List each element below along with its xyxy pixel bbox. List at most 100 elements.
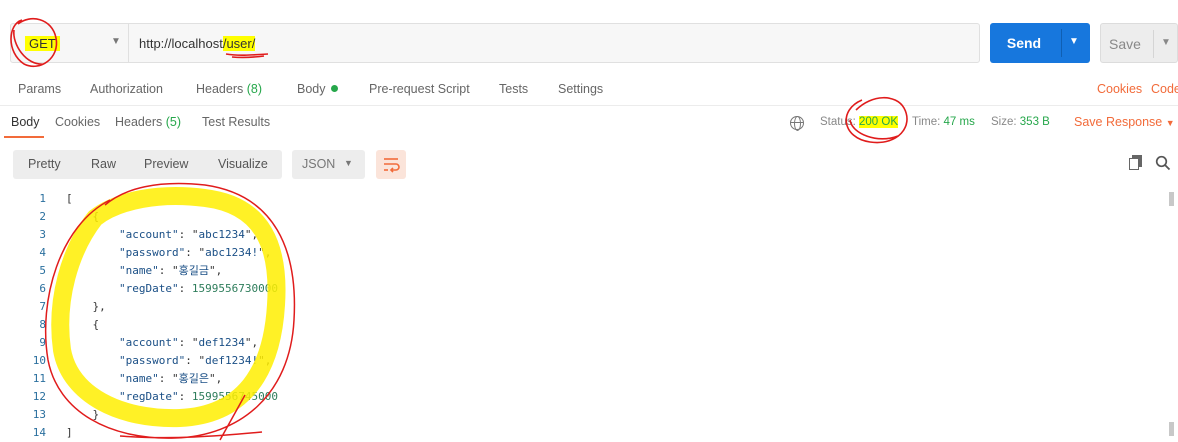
chevron-down-icon: ▼ — [111, 36, 121, 47]
resp-tab-test-results[interactable]: Test Results — [202, 115, 270, 129]
tab-params[interactable]: Params — [18, 82, 61, 96]
code-line: }, — [66, 300, 106, 313]
tab-body[interactable]: Body — [297, 82, 338, 96]
save-button[interactable]: Save ▼ — [1100, 23, 1178, 63]
code-line: "account": "abc1234", — [118, 228, 259, 241]
chevron-down-icon: ▼ — [344, 158, 353, 168]
line-number: 7 — [39, 300, 46, 313]
tab-body-label: Body — [297, 82, 326, 96]
code-link[interactable]: Code — [1151, 82, 1178, 96]
url-base: http://localhost — [139, 36, 223, 51]
tab-headers[interactable]: Headers (8) — [196, 82, 262, 96]
line-number: 12 — [32, 390, 46, 403]
format-select[interactable]: JSON ▼ — [292, 150, 365, 179]
save-response-button[interactable]: Save Response ▼ — [1074, 115, 1175, 129]
code-line: "regDate": 1599556745000 — [118, 390, 278, 403]
chevron-down-icon[interactable]: ▼ — [1161, 37, 1171, 48]
scroll-thumb[interactable] — [1169, 192, 1174, 206]
code-line: "name": "홍길은", — [118, 372, 223, 385]
code-line: { — [66, 210, 100, 223]
tab-pre-request-script[interactable]: Pre-request Script — [369, 82, 470, 96]
cookies-link[interactable]: Cookies — [1097, 82, 1142, 96]
divider — [1153, 30, 1154, 58]
divider — [1061, 29, 1062, 57]
line-number: 3 — [39, 228, 46, 241]
method-label: GET — [25, 36, 60, 51]
line-number: 11 — [32, 372, 46, 385]
size-value: 353 B — [1019, 116, 1050, 128]
chevron-down-icon[interactable]: ▼ — [1069, 36, 1079, 47]
active-tab-underline — [4, 136, 44, 138]
url-input[interactable]: http://localhost/user/ — [139, 36, 256, 51]
code-line: "account": "def1234", — [118, 336, 259, 349]
view-preview-button[interactable]: Preview — [144, 157, 188, 171]
body-indicator-dot — [330, 85, 338, 92]
line-number: 13 — [32, 408, 46, 421]
user-password: abc1234! — [205, 246, 259, 259]
view-visualize-button[interactable]: Visualize — [218, 157, 268, 171]
response-body[interactable]: 1 2 3 4 5 6 7 8 9 10 11 12 13 14 [ { "ac… — [0, 190, 1178, 442]
resp-headers-count: (5) — [165, 115, 182, 129]
line-number: 2 — [39, 210, 46, 223]
tab-settings[interactable]: Settings — [558, 82, 603, 96]
save-label: Save — [1109, 36, 1141, 52]
size-label: Size: — [991, 116, 1017, 128]
time-label: Time: — [912, 116, 941, 128]
response-tabs: Body Cookies Headers (5) Test Results St… — [0, 108, 1178, 138]
headers-count: (8) — [246, 82, 263, 96]
send-label: Send — [1006, 35, 1042, 51]
time-value: 47 ms — [943, 116, 975, 128]
format-label: JSON — [302, 157, 336, 171]
code-line: "password": "def1234!", — [118, 354, 272, 367]
chevron-down-icon: ▼ — [1165, 118, 1175, 128]
line-number: 6 — [39, 282, 46, 295]
search-icon-glyph — [1155, 155, 1171, 171]
code-line: "name": "홍길금", — [118, 264, 223, 277]
line-number: 4 — [39, 246, 46, 259]
line-number: 14 — [32, 426, 46, 439]
code-line: "password": "abc1234!", — [118, 246, 272, 259]
user-name: 홍길금 — [178, 264, 209, 277]
code-line: { — [66, 318, 100, 331]
line-number: 8 — [39, 318, 46, 331]
tab-authorization[interactable]: Authorization — [90, 82, 163, 96]
user-password: def1234! — [205, 354, 259, 367]
code-line: "regDate": 1599556730000 — [118, 282, 278, 295]
view-mode-bar: Pretty Raw Preview Visualize — [13, 150, 282, 179]
view-pretty-button[interactable]: Pretty — [28, 157, 61, 171]
code-line: } — [66, 408, 100, 421]
user-regdate: 1599556730000 — [191, 282, 278, 295]
status-value: 200 OK — [859, 116, 899, 128]
wrap-lines-button[interactable] — [376, 150, 406, 179]
method-select[interactable]: GET ▼ — [11, 24, 129, 62]
send-button[interactable]: Send ▼ — [990, 23, 1090, 63]
user-account: def1234 — [198, 336, 245, 349]
resp-tab-headers[interactable]: Headers (5) — [115, 115, 181, 129]
line-number: 1 — [39, 192, 46, 205]
tab-headers-label: Headers — [196, 82, 244, 96]
scroll-thumb[interactable] — [1169, 422, 1174, 436]
status-label: Status: — [820, 116, 856, 128]
copy-icon[interactable] — [1129, 155, 1143, 171]
scrollbar[interactable] — [1169, 190, 1175, 442]
status-info: Status: 200 OK — [820, 116, 899, 128]
user-account: abc1234 — [198, 228, 245, 241]
size-info: Size: 353 B — [991, 116, 1050, 128]
url-path: /user/ — [222, 36, 256, 51]
request-bar: GET ▼ http://localhost/user/ — [10, 23, 980, 63]
code-line: [ — [66, 192, 73, 205]
resp-tab-cookies[interactable]: Cookies — [55, 115, 100, 129]
time-info: Time: 47 ms — [912, 116, 975, 128]
request-tabs: Params Authorization Headers (8) Body Pr… — [0, 76, 1178, 106]
code-line: ] — [66, 426, 73, 439]
search-icon[interactable] — [1155, 155, 1171, 171]
globe-icon[interactable] — [790, 116, 804, 131]
line-number: 10 — [32, 354, 46, 367]
wrap-lines-icon — [384, 158, 400, 173]
tab-tests[interactable]: Tests — [499, 82, 528, 96]
user-name: 홍길은 — [178, 372, 209, 385]
copy-icon-front — [1129, 158, 1139, 170]
resp-tab-body[interactable]: Body — [11, 115, 40, 129]
save-response-label: Save Response — [1074, 115, 1163, 129]
view-raw-button[interactable]: Raw — [91, 157, 116, 171]
